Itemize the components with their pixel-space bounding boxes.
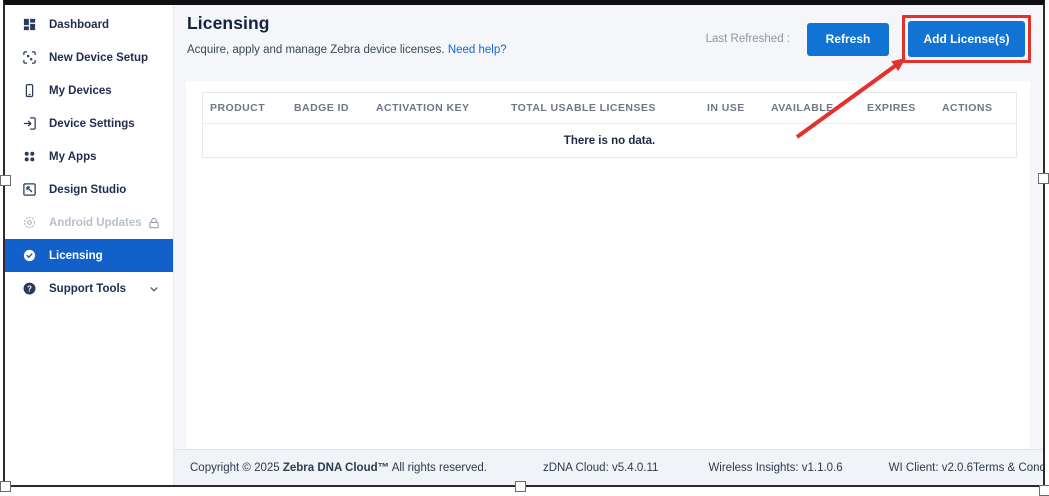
subtitle-text: Acquire, apply and manage Zebra device l… [187, 44, 445, 56]
sidebar-item-my-apps[interactable]: My Apps [5, 140, 173, 173]
page-subtitle: Acquire, apply and manage Zebra device l… [187, 44, 507, 56]
sidebar-item-licensing[interactable]: Licensing [5, 239, 173, 272]
verified-badge-icon [22, 248, 37, 263]
help-circle-icon: ? [22, 281, 37, 296]
column-header-in-use: IN USE [707, 102, 771, 114]
sidebar-item-label: My Devices [49, 85, 161, 97]
svg-text:?: ? [27, 284, 32, 293]
copyright-text: Copyright © 2025 Zebra DNA Cloud™ All ri… [190, 462, 487, 474]
app-window: Dashboard New Device Setup My Devices [3, 0, 1045, 487]
sidebar-item-label: My Apps [49, 151, 161, 163]
table-empty-row: There is no data. [203, 124, 1016, 157]
selection-handle-bottom[interactable] [515, 481, 526, 492]
column-header-activation-key: ACTIVATION KEY [376, 102, 511, 114]
empty-state-message: There is no data. [564, 135, 655, 147]
sidebar-item-design-studio[interactable]: Design Studio [5, 173, 173, 206]
add-licenses-button[interactable]: Add License(s) [908, 21, 1025, 57]
sidebar: Dashboard New Device Setup My Devices [5, 5, 174, 485]
header-actions: Last Refreshed : Refresh Add License(s) [706, 15, 1031, 63]
device-settings-icon [22, 116, 37, 131]
copyright-prefix: Copyright © 2025 [190, 462, 283, 474]
annotated-screenshot-canvas: Dashboard New Device Setup My Devices [0, 0, 1049, 496]
content-panel: PRODUCT BADGE ID ACTIVATION KEY TOTAL US… [186, 81, 1030, 449]
sidebar-item-label: New Device Setup [49, 52, 161, 64]
page-header: Licensing Acquire, apply and manage Zebr… [174, 5, 1043, 81]
wireless-insights-version: Wireless Insights: v1.1.0.6 [708, 462, 842, 474]
legal-links: Terms & Conditions | Privacy Policy [973, 462, 1043, 474]
selection-handle-bottom-left[interactable] [0, 481, 11, 492]
last-refreshed-label: Last Refreshed : [706, 33, 790, 45]
brand-name: Zebra DNA Cloud™ [283, 462, 389, 474]
annotation-highlight-box: Add License(s) [902, 15, 1031, 63]
licenses-table: PRODUCT BADGE ID ACTIVATION KEY TOTAL US… [202, 92, 1017, 158]
selection-handle-right[interactable] [1038, 173, 1049, 184]
selection-handle-bottom-right[interactable] [1039, 485, 1049, 496]
column-header-available: AVAILABLE [771, 102, 867, 114]
design-cursor-icon [22, 182, 37, 197]
sidebar-item-new-device-setup[interactable]: New Device Setup [5, 41, 173, 74]
sidebar-item-device-settings[interactable]: Device Settings [5, 107, 173, 140]
sidebar-item-android-updates: Android Updates [5, 206, 173, 239]
lock-icon [147, 216, 161, 230]
refresh-button[interactable]: Refresh [807, 23, 889, 56]
chevron-down-icon[interactable] [147, 282, 161, 296]
footer: Copyright © 2025 Zebra DNA Cloud™ All ri… [174, 449, 1043, 485]
sidebar-item-label: Support Tools [49, 283, 147, 295]
column-header-product: PRODUCT [210, 102, 294, 114]
sidebar-item-my-devices[interactable]: My Devices [5, 74, 173, 107]
sidebar-item-label: Design Studio [49, 184, 161, 196]
smartphone-icon [22, 83, 37, 98]
dashboard-icon [22, 17, 37, 32]
qr-scan-icon [22, 50, 37, 65]
wi-client-version: WI Client: v2.0.6 [889, 462, 973, 474]
sidebar-item-label: Android Updates [49, 217, 147, 229]
terms-link[interactable]: Terms & Conditions [973, 462, 1043, 474]
need-help-link[interactable]: Need help? [448, 44, 507, 56]
copyright-suffix: All rights reserved. [389, 462, 487, 474]
page-title: Licensing [187, 13, 270, 34]
main-content: Licensing Acquire, apply and manage Zebr… [174, 5, 1043, 485]
sidebar-item-label: Device Settings [49, 118, 161, 130]
gear-badge-icon [22, 215, 37, 230]
column-header-actions: ACTIONS [942, 102, 1016, 114]
column-header-badge-id: BADGE ID [294, 102, 376, 114]
column-header-expires: EXPIRES [867, 102, 942, 114]
sidebar-item-dashboard[interactable]: Dashboard [5, 8, 173, 41]
zdna-version: zDNA Cloud: v5.4.0.11 [543, 462, 659, 474]
table-header-row: PRODUCT BADGE ID ACTIVATION KEY TOTAL US… [203, 93, 1016, 124]
sidebar-item-support-tools[interactable]: ? Support Tools [5, 272, 173, 305]
apps-grid-icon [22, 149, 37, 164]
sidebar-item-label: Dashboard [49, 19, 161, 31]
column-header-total-usable-licenses: TOTAL USABLE LICENSES [511, 102, 707, 114]
sidebar-item-label: Licensing [49, 250, 161, 262]
selection-handle-left[interactable] [0, 175, 11, 186]
